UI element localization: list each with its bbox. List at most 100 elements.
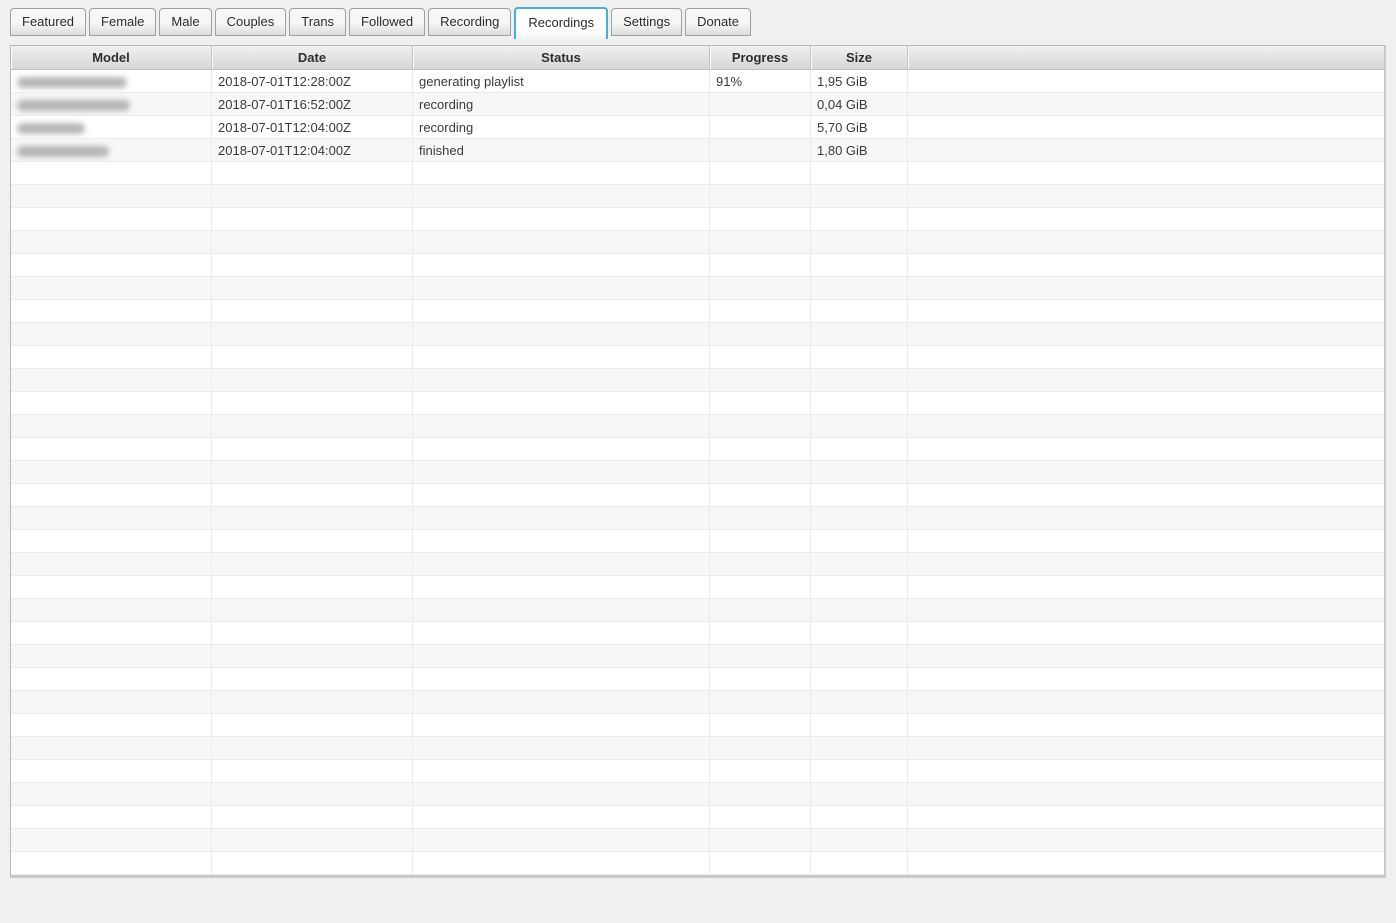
cell-date <box>212 760 413 783</box>
cell-date <box>212 392 413 415</box>
cell-date <box>212 691 413 714</box>
cell-size <box>811 783 908 806</box>
tab-recordings[interactable]: Recordings <box>514 7 608 39</box>
cell-progress: 91% <box>710 70 811 93</box>
cell-size: 5,70 GiB <box>811 116 908 139</box>
cell-model <box>11 185 212 208</box>
cell-model <box>11 737 212 760</box>
cell-model <box>11 93 212 116</box>
cell-model <box>11 162 212 185</box>
column-header-status[interactable]: Status <box>413 46 710 70</box>
tab-male[interactable]: Male <box>159 8 211 36</box>
tab-featured[interactable]: Featured <box>10 8 86 36</box>
cell-filler <box>908 415 1384 438</box>
column-header-size[interactable]: Size <box>811 46 908 70</box>
cell-status <box>413 484 710 507</box>
table-row-empty <box>11 645 1384 668</box>
cell-filler <box>908 93 1384 116</box>
cell-date <box>212 806 413 829</box>
cell-model <box>11 530 212 553</box>
table-row-empty <box>11 415 1384 438</box>
cell-size <box>811 599 908 622</box>
cell-model <box>11 484 212 507</box>
table-row-empty <box>11 369 1384 392</box>
cell-size <box>811 461 908 484</box>
cell-date <box>212 530 413 553</box>
table-row-empty <box>11 254 1384 277</box>
cell-size <box>811 645 908 668</box>
table-row[interactable]: 2018-07-01T16:52:00Zrecording0,04 GiB <box>11 93 1384 116</box>
cell-model <box>11 415 212 438</box>
cell-model <box>11 323 212 346</box>
table-row[interactable]: 2018-07-01T12:04:00Zfinished1,80 GiB <box>11 139 1384 162</box>
cell-size <box>811 760 908 783</box>
tab-recording[interactable]: Recording <box>428 8 511 36</box>
column-header-filler <box>908 46 1384 70</box>
cell-filler <box>908 461 1384 484</box>
table-row-empty <box>11 829 1384 852</box>
cell-date <box>212 553 413 576</box>
cell-date <box>212 484 413 507</box>
app-window: FeaturedFemaleMaleCouplesTransFollowedRe… <box>0 0 1396 878</box>
cell-size <box>811 576 908 599</box>
table-row-empty <box>11 783 1384 806</box>
cell-size <box>811 415 908 438</box>
cell-size <box>811 231 908 254</box>
tab-followed[interactable]: Followed <box>349 8 425 36</box>
table-row-empty <box>11 507 1384 530</box>
cell-progress <box>710 530 811 553</box>
cell-filler <box>908 507 1384 530</box>
tab-female[interactable]: Female <box>89 8 156 36</box>
cell-size <box>811 323 908 346</box>
cell-size <box>811 185 908 208</box>
cell-date <box>212 599 413 622</box>
cell-model <box>11 277 212 300</box>
table-row-empty <box>11 438 1384 461</box>
tab-settings[interactable]: Settings <box>611 8 682 36</box>
tab-couples[interactable]: Couples <box>215 8 287 36</box>
cell-status <box>413 576 710 599</box>
cell-filler <box>908 438 1384 461</box>
cell-filler <box>908 599 1384 622</box>
cell-progress <box>710 438 811 461</box>
cell-progress <box>710 668 811 691</box>
cell-progress <box>710 369 811 392</box>
table-row-empty <box>11 599 1384 622</box>
cell-status <box>413 553 710 576</box>
cell-size <box>811 622 908 645</box>
cell-model <box>11 254 212 277</box>
cell-filler <box>908 852 1384 875</box>
cell-size <box>811 208 908 231</box>
cell-date <box>212 185 413 208</box>
table-row[interactable]: 2018-07-01T12:04:00Zrecording5,70 GiB <box>11 116 1384 139</box>
cell-progress <box>710 829 811 852</box>
column-header-progress[interactable]: Progress <box>710 46 811 70</box>
cell-progress <box>710 300 811 323</box>
cell-size <box>811 507 908 530</box>
cell-progress <box>710 254 811 277</box>
column-header-model[interactable]: Model <box>11 46 212 70</box>
cell-status <box>413 599 710 622</box>
table-row-empty <box>11 162 1384 185</box>
cell-status <box>413 691 710 714</box>
cell-model <box>11 392 212 415</box>
tab-donate[interactable]: Donate <box>685 8 751 36</box>
cell-filler <box>908 668 1384 691</box>
cell-model <box>11 70 212 93</box>
cell-status <box>413 415 710 438</box>
cell-status <box>413 208 710 231</box>
table-row-empty <box>11 323 1384 346</box>
cell-filler <box>908 530 1384 553</box>
cell-model <box>11 208 212 231</box>
cell-status: recording <box>413 116 710 139</box>
cell-status <box>413 806 710 829</box>
cell-date: 2018-07-01T16:52:00Z <box>212 93 413 116</box>
table-row[interactable]: 2018-07-01T12:28:00Zgenerating playlist9… <box>11 70 1384 93</box>
table-row-empty <box>11 691 1384 714</box>
cell-model <box>11 231 212 254</box>
column-header-date[interactable]: Date <box>212 46 413 70</box>
table-row-empty <box>11 806 1384 829</box>
tab-trans[interactable]: Trans <box>289 8 346 36</box>
cell-size <box>811 668 908 691</box>
cell-progress <box>710 277 811 300</box>
